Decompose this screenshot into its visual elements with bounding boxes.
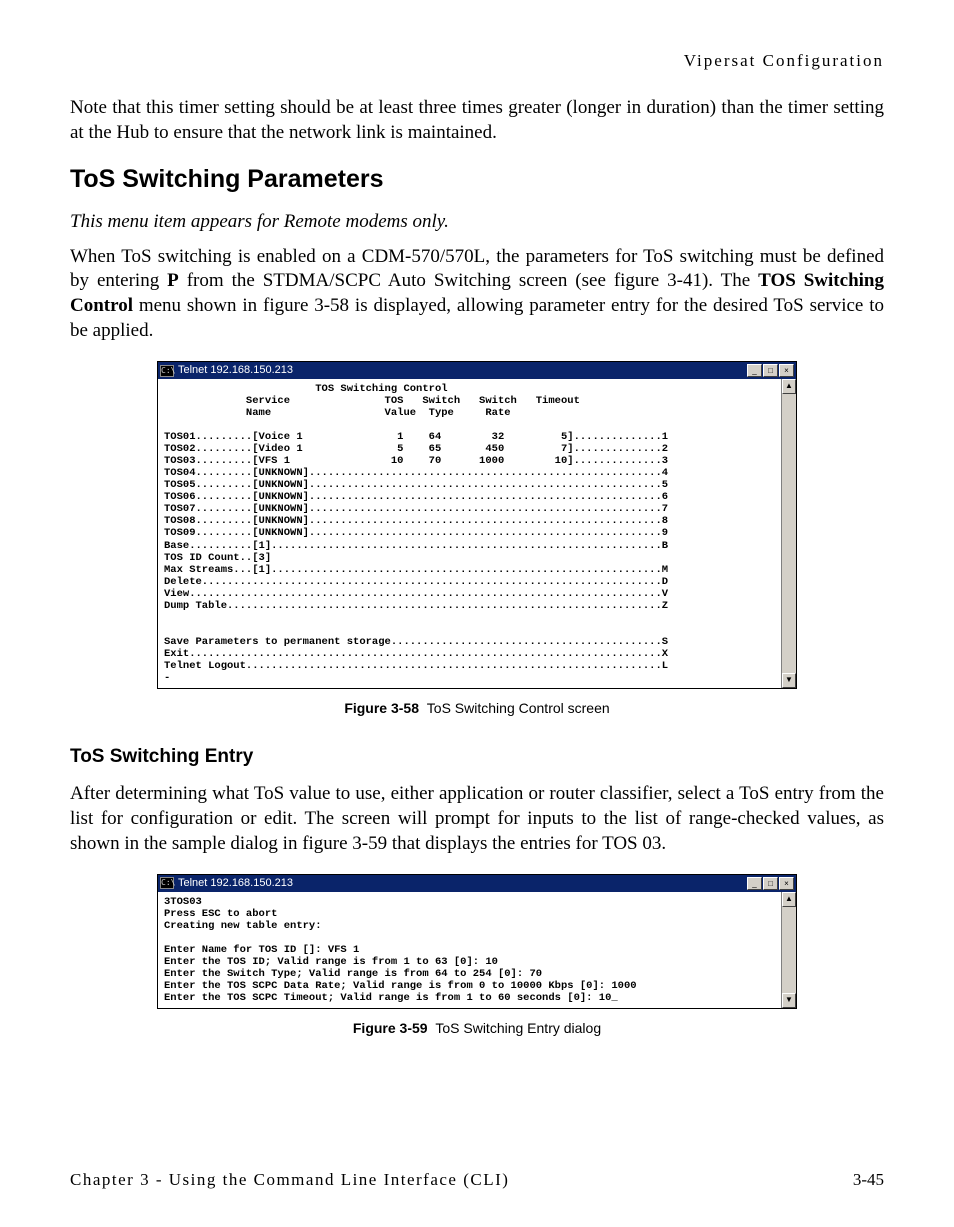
- titlebar-1: C:\ Telnet 192.168.150.213 _ □ ×: [158, 362, 796, 378]
- fig58-caption-text: ToS Switching Control screen: [427, 700, 610, 716]
- scrollbar-1[interactable]: ▲ ▼: [781, 379, 796, 689]
- subsection-heading: ToS Switching Entry: [70, 745, 884, 770]
- close-button[interactable]: ×: [779, 364, 794, 377]
- scroll-up-icon[interactable]: ▲: [782, 892, 796, 907]
- titlebar-2: C:\ Telnet 192.168.150.213 _ □ ×: [158, 875, 796, 891]
- maximize-button[interactable]: □: [763, 877, 778, 890]
- footer-chapter: Chapter 3 - Using the Command Line Inter…: [70, 1169, 509, 1191]
- para-bold-p: P: [167, 270, 179, 291]
- window-title-1: Telnet 192.168.150.213: [178, 363, 293, 377]
- fig59-caption-text: ToS Switching Entry dialog: [435, 1020, 601, 1036]
- section-heading: ToS Switching Parameters: [70, 163, 884, 196]
- scroll-down-icon[interactable]: ▼: [782, 993, 796, 1008]
- page-header-section: Vipersat Configuration: [70, 50, 884, 72]
- fig59-caption-bold: Figure 3-59: [353, 1020, 428, 1036]
- subsection-paragraph: After determining what ToS value to use,…: [70, 782, 884, 856]
- page-footer: Chapter 3 - Using the Command Line Inter…: [70, 1169, 884, 1191]
- terminal-body-1: TOS Switching Control Service TOS Switch…: [158, 379, 796, 689]
- window-controls-1: _ □ ×: [747, 364, 794, 377]
- figure-59-caption: Figure 3-59 ToS Switching Entry dialog: [353, 1019, 601, 1037]
- figure-59-block: C:\ Telnet 192.168.150.213 _ □ × 3TOS03 …: [70, 874, 884, 1055]
- cmd-icon: C:\: [160, 365, 174, 377]
- telnet-window-2: C:\ Telnet 192.168.150.213 _ □ × 3TOS03 …: [157, 874, 797, 1009]
- scroll-down-icon[interactable]: ▼: [782, 673, 796, 688]
- minimize-button[interactable]: _: [747, 877, 762, 890]
- footer-page-number: 3-45: [853, 1169, 884, 1191]
- scroll-up-icon[interactable]: ▲: [782, 379, 796, 394]
- figure-58-block: C:\ Telnet 192.168.150.213 _ □ × TOS Swi…: [70, 361, 884, 735]
- window-title-2: Telnet 192.168.150.213: [178, 876, 293, 890]
- terminal-body-2: 3TOS03 Press ESC to abort Creating new t…: [158, 892, 796, 1009]
- cmd-icon: C:\: [160, 877, 174, 889]
- minimize-button[interactable]: _: [747, 364, 762, 377]
- section-paragraph: When ToS switching is enabled on a CDM-5…: [70, 245, 884, 344]
- terminal-content-2: 3TOS03 Press ESC to abort Creating new t…: [164, 896, 772, 1005]
- para-text-3: menu shown in figure 3-58 is displayed, …: [70, 295, 884, 341]
- fig58-caption-bold: Figure 3-58: [344, 700, 419, 716]
- scrollbar-2[interactable]: ▲ ▼: [781, 892, 796, 1009]
- section-note: This menu item appears for Remote modems…: [70, 210, 884, 235]
- intro-paragraph: Note that this timer setting should be a…: [70, 96, 884, 145]
- maximize-button[interactable]: □: [763, 364, 778, 377]
- figure-58-caption: Figure 3-58 ToS Switching Control screen: [344, 699, 609, 717]
- telnet-window-1: C:\ Telnet 192.168.150.213 _ □ × TOS Swi…: [157, 361, 797, 689]
- close-button[interactable]: ×: [779, 877, 794, 890]
- terminal-content-1: TOS Switching Control Service TOS Switch…: [164, 383, 772, 685]
- window-controls-2: _ □ ×: [747, 877, 794, 890]
- para-text-2: from the STDMA/SCPC Auto Switching scree…: [179, 270, 758, 291]
